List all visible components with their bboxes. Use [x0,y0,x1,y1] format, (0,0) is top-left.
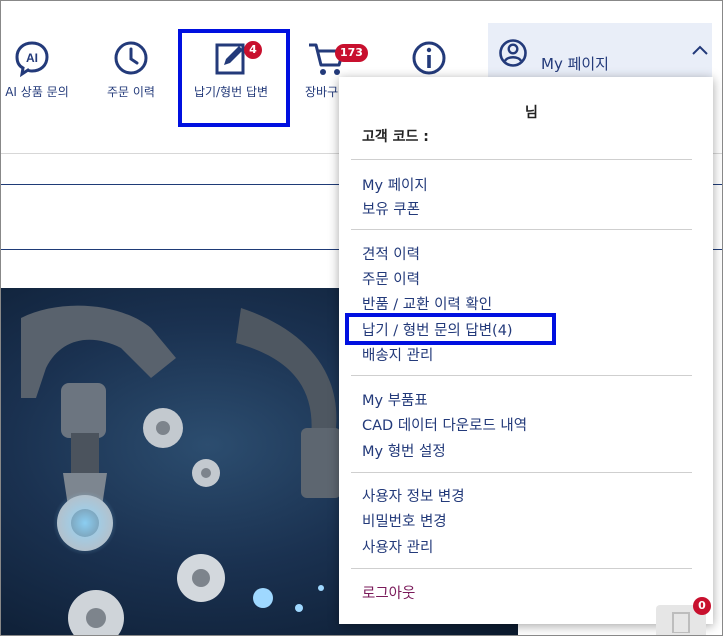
floating-badge: 0 [693,597,711,615]
svg-text:AI: AI [26,51,38,65]
menu-return-exchange-history[interactable]: 반품 / 교환 이력 확인 [362,293,492,314]
menu-change-password[interactable]: 비밀번호 변경 [362,510,447,531]
menu-quote-history[interactable]: 견적 이력 [362,243,420,264]
chevron-up-icon [692,45,708,55]
nav-ai-inquiry[interactable]: AI AI 상품 문의 [1,39,77,100]
clock-icon [114,41,148,75]
menu-part-number-settings[interactable]: My 형번 설정 [362,440,446,461]
menu-coupons[interactable]: 보유 쿠폰 [362,198,420,219]
menu-order-history[interactable]: 주문 이력 [362,268,420,289]
page-frame: AI AI 상품 문의 주문 이력 납기/형번 답변 4 장바구니 173 My… [0,0,723,636]
dropdown-divider [351,472,692,473]
menu-user-management[interactable]: 사용자 관리 [362,536,433,557]
user-icon [499,39,527,67]
document-icon [672,612,690,633]
answers-menu-highlight-box [345,313,556,345]
menu-edit-user-info[interactable]: 사용자 정보 변경 [362,485,465,506]
menu-my-parts-list[interactable]: My 부품표 [362,389,428,410]
dropdown-divider [351,229,692,230]
customer-code-label: 고객 코드 : [362,129,429,145]
my-page-label: My 페이지 [541,55,609,73]
answers-highlight-box [178,29,290,127]
menu-cad-download-history[interactable]: CAD 데이터 다운로드 내역 [362,414,527,435]
menu-logout[interactable]: 로그아웃 [362,582,415,603]
my-page-dropdown: 님 고객 코드 : My 페이지 보유 쿠폰 견적 이력 주문 이력 반품 / … [339,77,713,624]
dropdown-divider [351,568,692,569]
dropdown-divider [351,375,692,376]
info-icon [412,41,446,75]
user-name-suffix: 님 [525,105,538,121]
menu-shipping-address[interactable]: 배송지 관리 [362,344,433,365]
nav-info[interactable] [409,39,449,77]
nav-order-history-label: 주문 이력 [107,85,155,99]
ai-chat-icon: AI [15,41,49,77]
nav-order-history[interactable]: 주문 이력 [101,39,161,100]
cart-badge: 173 [335,44,368,62]
nav-ai-inquiry-label: AI 상품 문의 [5,85,69,99]
dropdown-divider [351,159,692,160]
menu-my-page[interactable]: My 페이지 [362,174,428,195]
